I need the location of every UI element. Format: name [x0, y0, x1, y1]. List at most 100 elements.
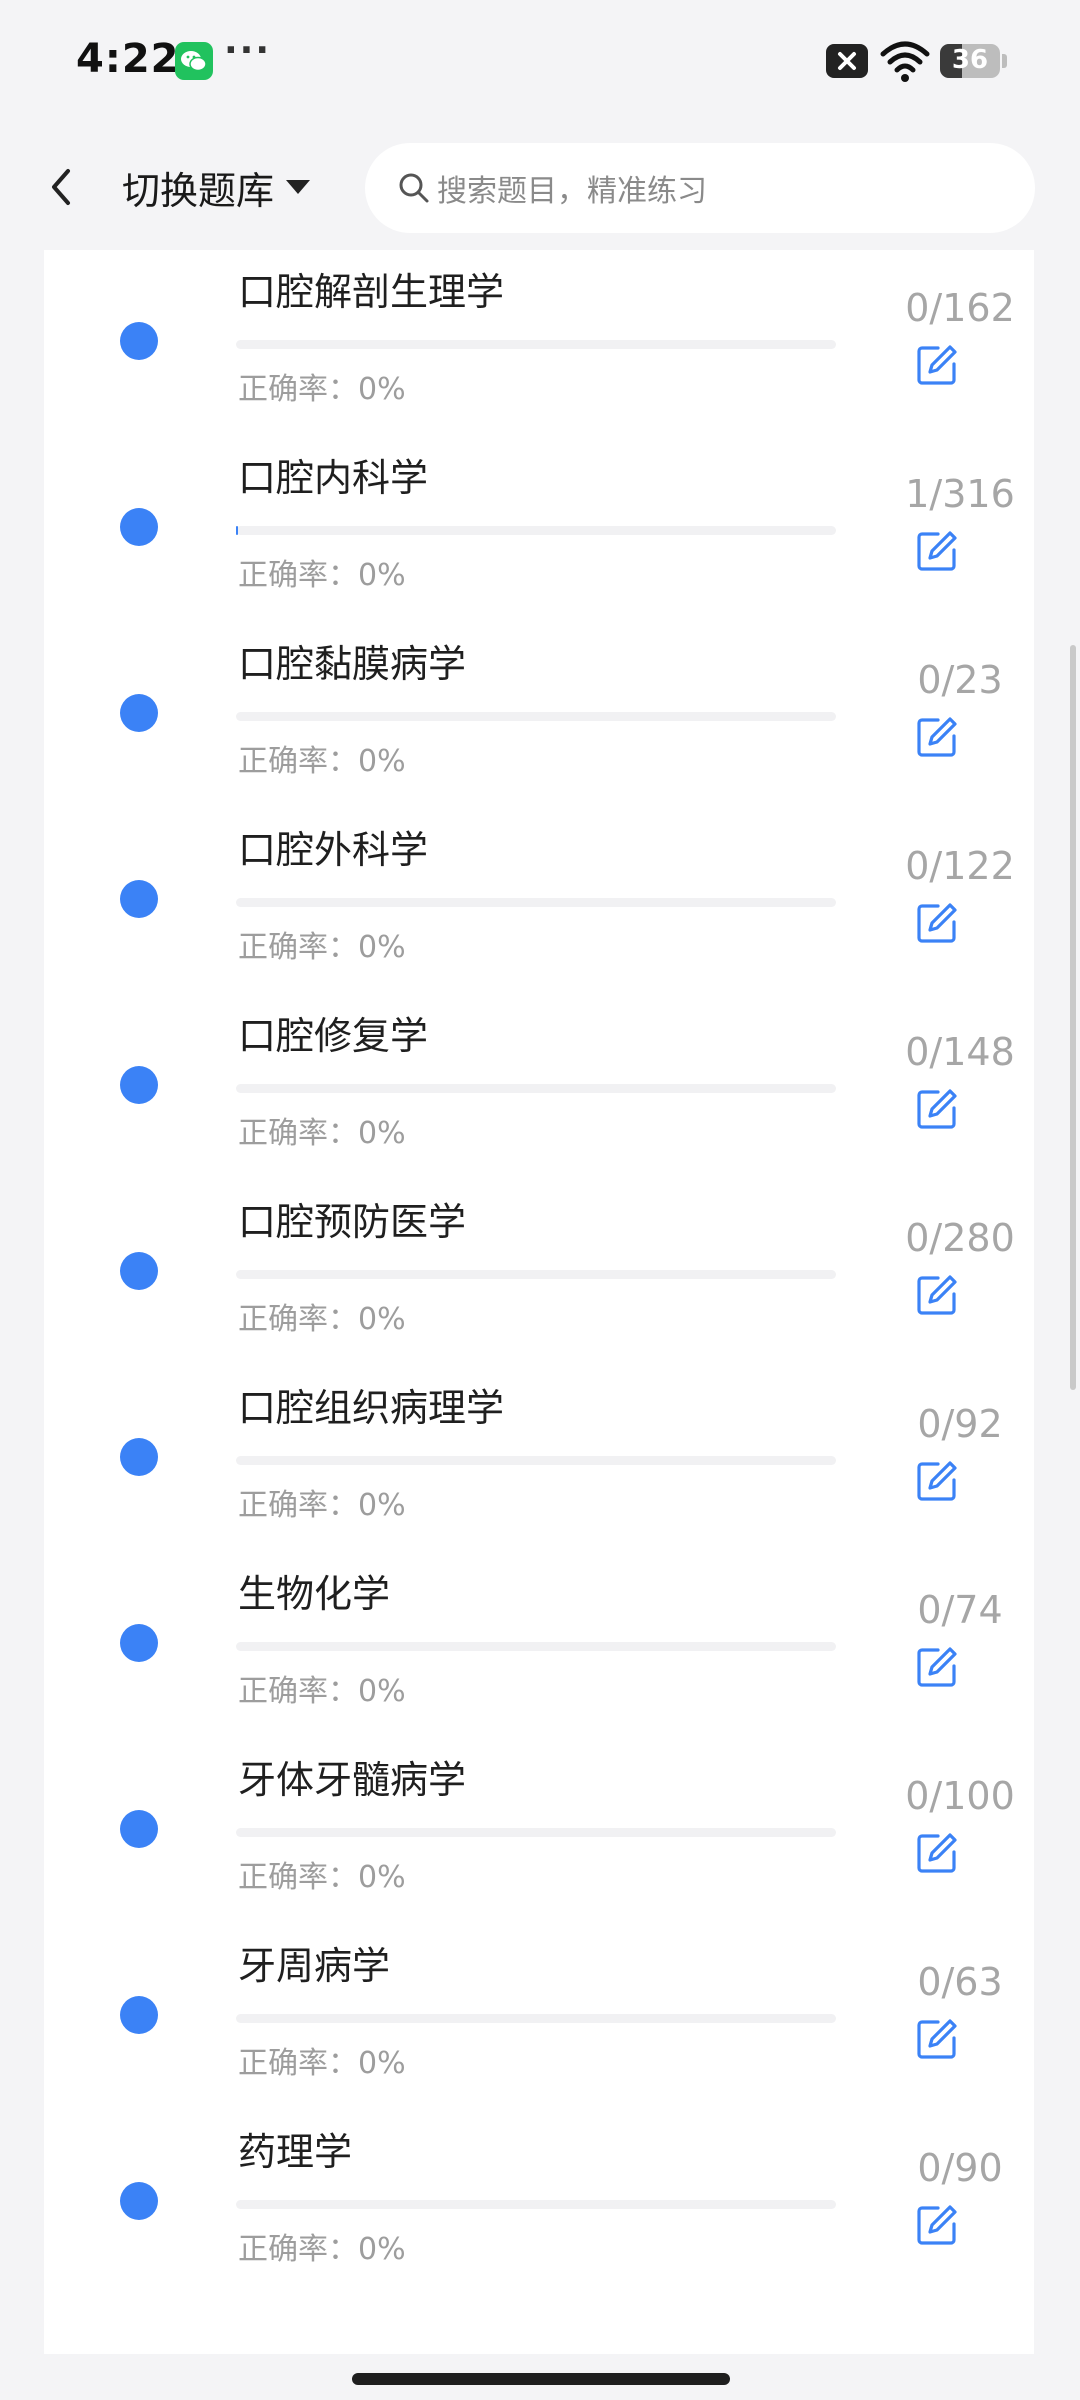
- back-button[interactable]: [34, 159, 90, 215]
- header-bar: 切换题库 搜索题目，精准练习: [0, 125, 1080, 250]
- status-dot: [120, 2182, 158, 2220]
- progress-bar: [236, 712, 836, 721]
- question-count: 0/122: [905, 844, 1015, 888]
- subject-list: … … … 口腔解剖生理学正确率：0%0/162口腔内科学正确率：0%1/316…: [44, 250, 1034, 2354]
- status-time: 4:22: [76, 36, 180, 82]
- subject-row[interactable]: 生物化学正确率：0% 0/74: [44, 1568, 1034, 1758]
- subject-row[interactable]: 口腔黏膜病学正确率：0% 0/23: [44, 638, 1034, 828]
- accuracy-text: 正确率：0%: [238, 2046, 406, 2081]
- edit-icon[interactable]: [914, 900, 960, 946]
- subject-name: 药理学: [238, 2130, 353, 2174]
- wifi-icon: [880, 40, 930, 84]
- search-placeholder: 搜索题目，精准练习: [437, 174, 707, 209]
- accuracy-text: 正确率：0%: [238, 1860, 406, 1895]
- subject-row[interactable]: 牙周病学正确率：0% 0/63: [44, 1940, 1034, 2130]
- accuracy-text: 正确率：0%: [238, 1674, 406, 1709]
- edit-icon[interactable]: [914, 1086, 960, 1132]
- wechat-icon: [175, 42, 213, 80]
- search-icon: [399, 173, 429, 203]
- subject-name: 生物化学: [238, 1572, 391, 1616]
- subject-row[interactable]: 口腔解剖生理学正确率：0% 0/162: [44, 266, 1034, 456]
- status-dot: [120, 1810, 158, 1848]
- status-dot: [120, 694, 158, 732]
- edit-icon[interactable]: [914, 342, 960, 388]
- subject-name: 口腔内科学: [238, 456, 429, 500]
- status-more-icon: ···: [224, 30, 272, 71]
- status-dot: [120, 508, 158, 546]
- question-count: 0/148: [905, 1030, 1015, 1074]
- question-count: 0/280: [905, 1216, 1015, 1260]
- subject-name: 牙周病学: [238, 1944, 391, 1988]
- question-count: 0/63: [917, 1960, 1003, 2004]
- progress-bar-fill: [236, 526, 238, 535]
- accuracy-text: 正确率：0%: [238, 930, 406, 965]
- accuracy-text: 正确率：0%: [238, 1488, 406, 1523]
- accuracy-text: 正确率：0%: [238, 1116, 406, 1151]
- home-indicator[interactable]: [352, 2373, 730, 2385]
- cut-off-row-text: … … …: [278, 2346, 407, 2354]
- subject-row[interactable]: 口腔内科学正确率：0% 1/316: [44, 452, 1034, 642]
- question-count: 0/23: [917, 658, 1003, 702]
- edit-icon[interactable]: [914, 2016, 960, 2062]
- subject-row[interactable]: 口腔组织病理学正确率：0% 0/92: [44, 1382, 1034, 1572]
- subject-row[interactable]: 口腔修复学正确率：0% 0/148: [44, 1010, 1034, 1200]
- status-dot: [120, 1624, 158, 1662]
- question-count: 0/74: [917, 1588, 1003, 1632]
- accuracy-text: 正确率：0%: [238, 558, 406, 593]
- accuracy-text: 正确率：0%: [238, 744, 406, 779]
- status-dot: [120, 1996, 158, 2034]
- question-count: 0/90: [917, 2146, 1003, 2190]
- progress-bar: [236, 1456, 836, 1465]
- status-dot: [120, 880, 158, 918]
- progress-bar: [236, 526, 836, 535]
- progress-bar: [236, 2200, 836, 2209]
- scrollbar[interactable]: [1070, 645, 1076, 1390]
- subject-name: 口腔修复学: [238, 1014, 429, 1058]
- progress-bar: [236, 1828, 836, 1837]
- progress-bar: [236, 2014, 836, 2023]
- subject-row[interactable]: 口腔预防医学正确率：0% 0/280: [44, 1196, 1034, 1386]
- subject-name: 口腔组织病理学: [238, 1386, 505, 1430]
- subject-row[interactable]: 牙体牙髓病学正确率：0% 0/100: [44, 1754, 1034, 1944]
- edit-icon[interactable]: [914, 1272, 960, 1318]
- edit-icon[interactable]: [914, 714, 960, 760]
- subject-row[interactable]: 口腔外科学正确率：0% 0/122: [44, 824, 1034, 1014]
- status-dot: [120, 322, 158, 360]
- edit-icon[interactable]: [914, 1458, 960, 1504]
- status-dot: [120, 1066, 158, 1104]
- caret-down-icon: [286, 180, 311, 194]
- accuracy-text: 正确率：0%: [238, 372, 406, 407]
- progress-bar: [236, 340, 836, 349]
- close-badge-icon: [826, 44, 868, 78]
- switch-bank-label: 切换题库: [122, 168, 275, 213]
- battery-icon: 36: [940, 44, 1000, 78]
- progress-bar: [236, 898, 836, 907]
- edit-icon[interactable]: [914, 1644, 960, 1690]
- edit-icon[interactable]: [914, 2202, 960, 2248]
- question-count: 1/316: [905, 472, 1015, 516]
- question-count: 0/92: [917, 1402, 1003, 1446]
- subject-name: 口腔预防医学: [238, 1200, 467, 1244]
- subject-row[interactable]: 药理学正确率：0% 0/90: [44, 2126, 1034, 2316]
- status-bar: 4:22 ··· 36: [0, 0, 1080, 125]
- edit-icon[interactable]: [914, 1830, 960, 1876]
- switch-bank-button[interactable]: 切换题库: [122, 157, 312, 217]
- progress-bar: [236, 1270, 836, 1279]
- progress-bar: [236, 1084, 836, 1093]
- accuracy-text: 正确率：0%: [238, 2232, 406, 2267]
- subject-name: 口腔黏膜病学: [238, 642, 467, 686]
- edit-icon[interactable]: [914, 528, 960, 574]
- subject-name: 口腔外科学: [238, 828, 429, 872]
- status-dot: [120, 1438, 158, 1476]
- subject-name: 口腔解剖生理学: [238, 270, 505, 314]
- chevron-left-icon: [52, 169, 70, 205]
- battery-tip: [1002, 54, 1007, 68]
- question-count: 0/162: [905, 286, 1015, 330]
- search-input[interactable]: 搜索题目，精准练习: [365, 143, 1035, 233]
- status-dot: [120, 1252, 158, 1290]
- accuracy-text: 正确率：0%: [238, 1302, 406, 1337]
- battery-level: 36: [951, 45, 989, 75]
- question-count: 0/100: [905, 1774, 1015, 1818]
- subject-name: 牙体牙髓病学: [238, 1758, 467, 1802]
- progress-bar: [236, 1642, 836, 1651]
